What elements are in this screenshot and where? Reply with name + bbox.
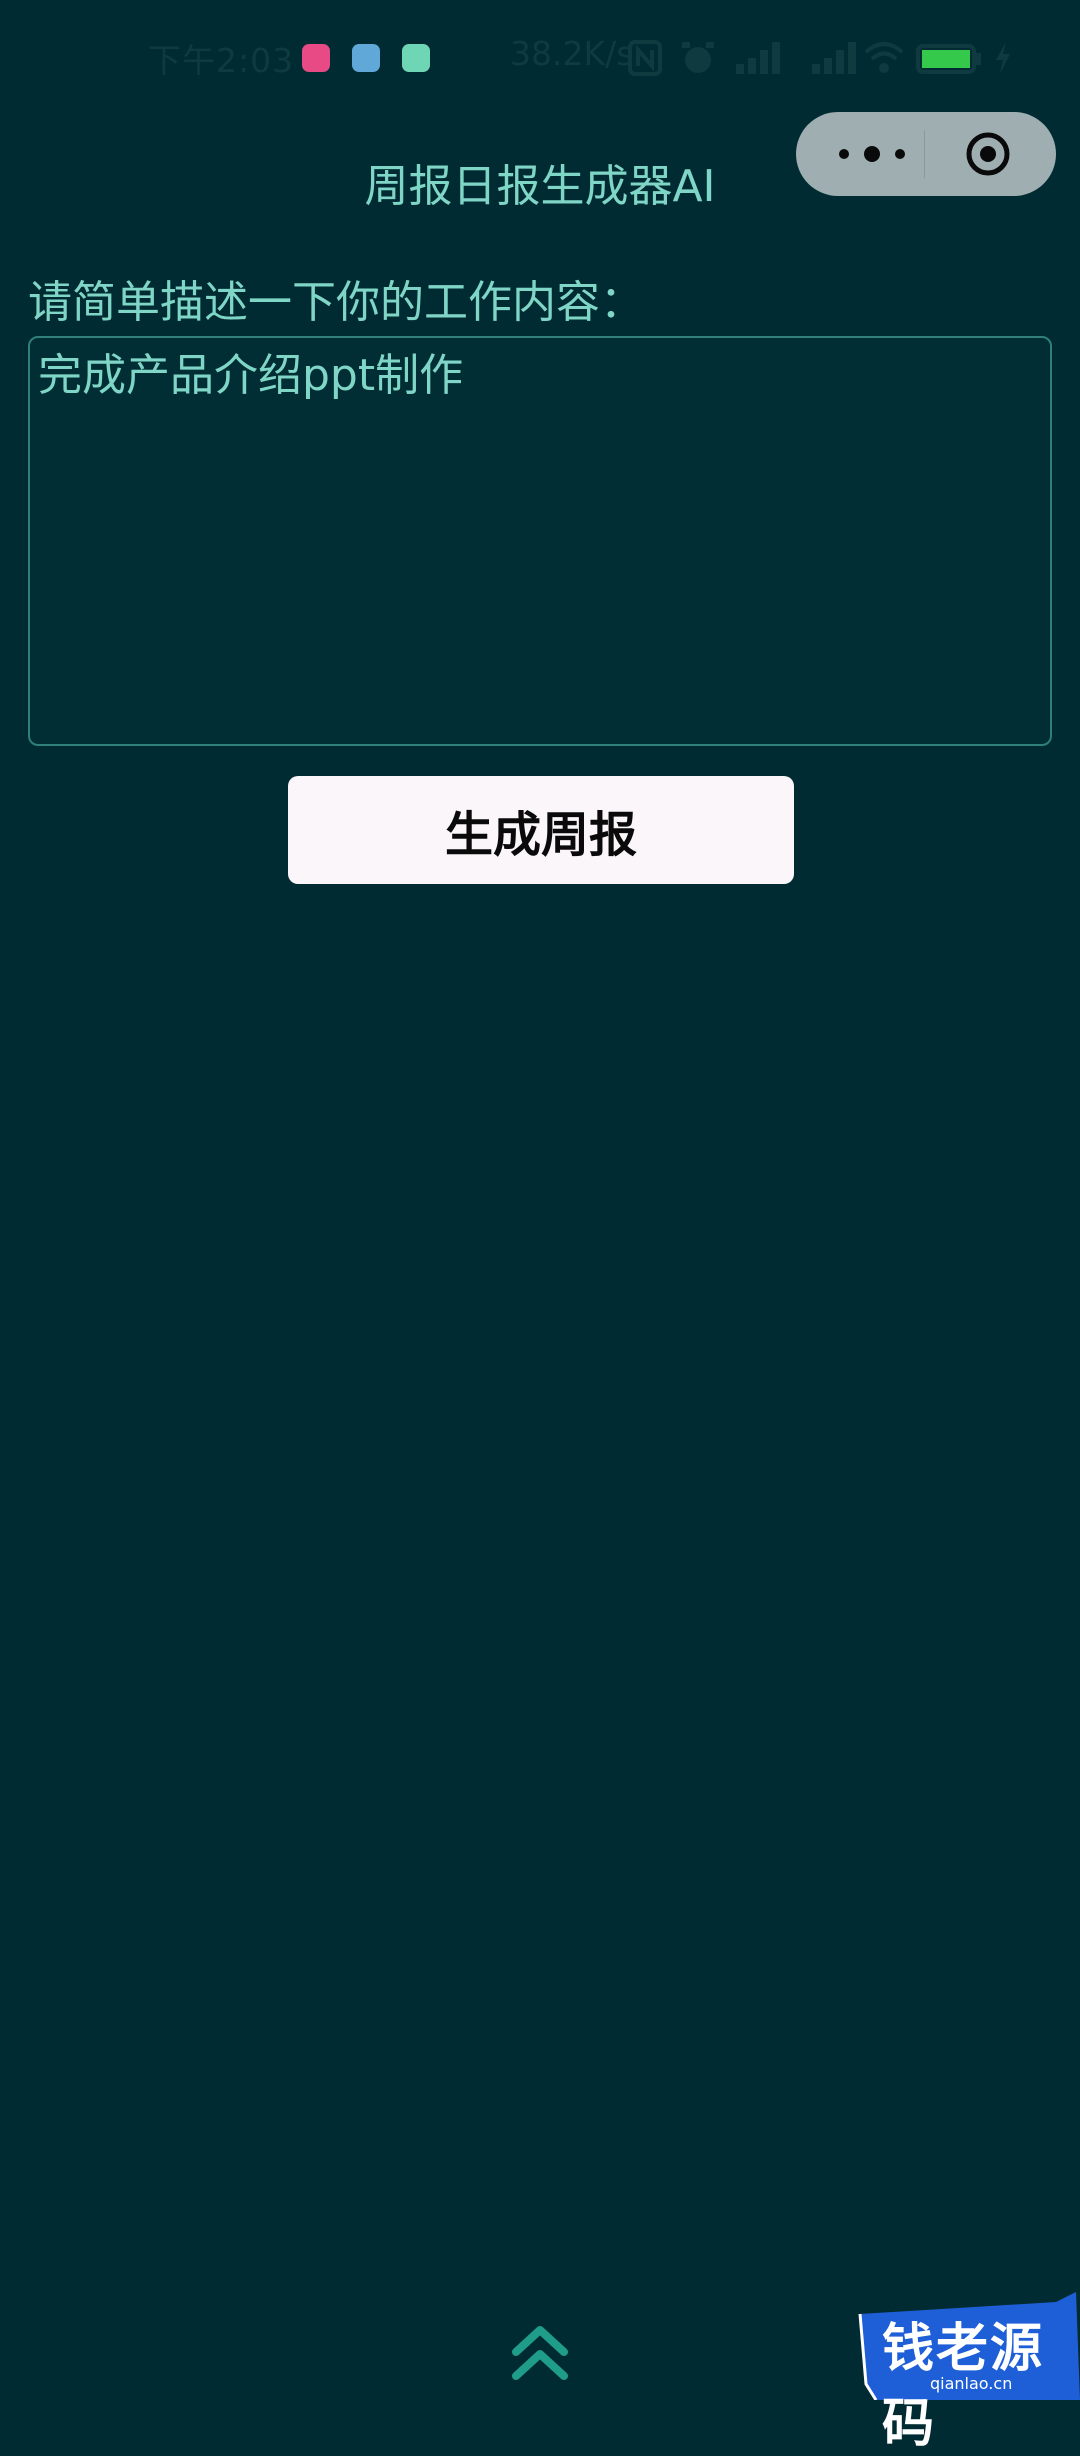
work-content-textarea[interactable]: 完成产品介绍ppt制作 (28, 336, 1052, 746)
page-title: 周报日报生成器AI (364, 161, 716, 212)
app-icon-pink (302, 44, 330, 72)
wifi-icon (864, 42, 904, 73)
status-bar: 下午2:03 38.2K/s (0, 0, 1080, 110)
nfc-icon (628, 40, 662, 76)
alarm-icon (682, 42, 714, 73)
signal-icon (812, 42, 856, 74)
prompt-label: 请简单描述一下你的工作内容： (28, 277, 644, 328)
charging-icon (996, 42, 1010, 74)
status-time: 下午2:03 (148, 41, 295, 80)
network-speed: 38.2K/s (510, 34, 634, 73)
generate-report-button[interactable]: 生成周报 (288, 776, 794, 884)
signal-icon (736, 42, 780, 74)
watermark-subtext: qianlao.cn (930, 2374, 1013, 2393)
chat-icon (352, 44, 380, 72)
battery-icon (916, 44, 981, 74)
double-chevron-up-icon[interactable] (510, 2322, 570, 2384)
app-icon-green (402, 44, 430, 72)
